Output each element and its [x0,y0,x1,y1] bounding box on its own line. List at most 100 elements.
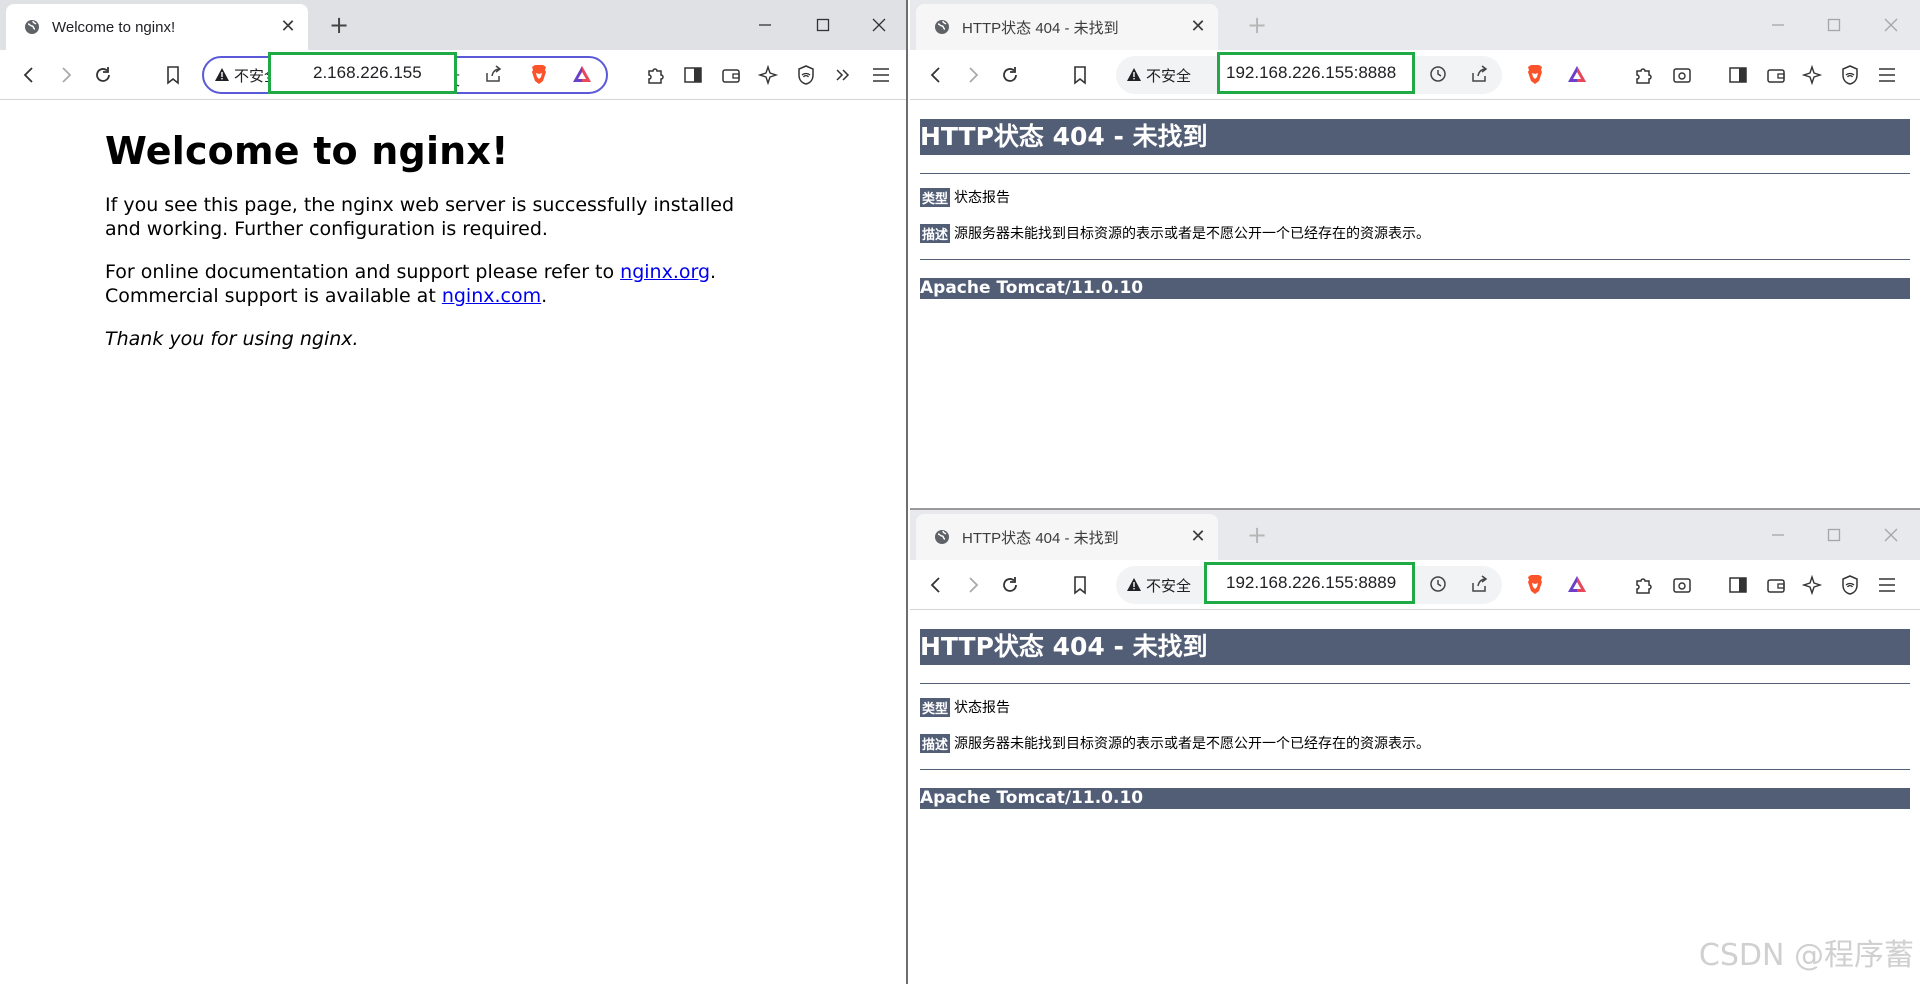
tab-close-button[interactable]: ✕ [1188,17,1208,37]
close-window-button[interactable] [1874,518,1908,552]
back-button[interactable] [924,573,948,597]
new-tab-button[interactable]: + [1244,522,1270,548]
warning-icon [215,68,229,81]
wallet-icon [1767,69,1785,83]
tab-nginx[interactable]: Welcome to nginx! ✕ [6,4,308,50]
hamburger-icon [1879,578,1895,592]
history-button[interactable] [1427,573,1449,595]
bookmark-icon [1074,576,1086,595]
menu-button[interactable] [1875,63,1899,87]
sidebar-button[interactable] [1726,63,1750,87]
commercial-text: Commercial support is available at [105,285,442,307]
forward-button[interactable] [54,63,78,87]
forward-button[interactable] [961,63,985,87]
support-text: For online documentation and support ple… [105,261,621,283]
brave-rewards-button[interactable] [571,63,593,85]
url-text[interactable]: 192.168.226.155:8888 [1217,52,1415,94]
extensions-button[interactable] [644,63,668,87]
back-arrow-icon [930,577,940,593]
leo-ai-button[interactable] [1801,573,1825,597]
globe-icon [935,530,949,544]
bookmark-button[interactable] [1068,63,1092,87]
reload-button[interactable] [998,63,1022,87]
type-row: 类型 状态报告 [920,697,1910,717]
wallet-button[interactable] [1764,63,1788,87]
description-value: 源服务器未能找到目标资源的表示或者是不愿公开一个已经存在的资源表示。 [954,226,1431,242]
bookmark-button[interactable] [1068,573,1092,597]
tab-404[interactable]: HTTP状态 404 - 未找到 ✕ [916,514,1218,560]
wallet-button[interactable] [1764,573,1788,597]
puzzle-icon [1636,68,1652,84]
close-window-button[interactable] [1874,8,1908,42]
history-button[interactable] [1427,63,1449,85]
new-tab-button[interactable]: + [326,12,352,38]
bookmark-button[interactable] [161,63,185,87]
maximize-button[interactable] [806,8,840,42]
screenshot-button[interactable] [1670,573,1694,597]
type-value: 状态报告 [954,190,1011,206]
forward-arrow-icon [969,67,979,83]
minimize-button[interactable] [1761,8,1795,42]
extensions-button[interactable] [1632,63,1656,87]
divider [920,769,1910,770]
globe-icon [935,20,949,34]
vpn-button[interactable] [1838,63,1862,87]
period: . [541,285,548,307]
new-tab-button[interactable]: + [1244,12,1270,38]
reload-button[interactable] [998,573,1022,597]
warning-icon [1127,578,1141,591]
close-window-button[interactable] [862,8,896,42]
brave-shields-button[interactable] [1524,63,1546,85]
shield-icon [1842,575,1858,595]
menu-button[interactable] [1875,573,1899,597]
share-button[interactable] [1468,63,1490,85]
wallet-icon [722,69,740,83]
insecure-label: 不安全 [1146,576,1192,595]
menu-button[interactable] [869,63,893,87]
sidebar-button[interactable] [681,63,705,87]
tab-404[interactable]: HTTP状态 404 - 未找到 ✕ [916,4,1218,50]
back-arrow-icon [930,67,940,83]
share-button[interactable] [482,63,504,85]
minimize-button[interactable] [748,8,782,42]
nginx-com-link[interactable]: nginx.com [442,285,541,307]
sparkle-icon [1802,574,1823,596]
minimize-button[interactable] [1761,518,1795,552]
support-paragraph: For online documentation and support ple… [105,260,745,308]
type-value: 状态报告 [954,700,1011,716]
tab-close-button[interactable]: ✕ [278,17,298,37]
maximize-button[interactable] [1817,518,1851,552]
screenshot-icon [1673,578,1691,593]
maximize-button[interactable] [1817,8,1851,42]
screenshot-button[interactable] [1670,63,1694,87]
vpn-button[interactable] [794,63,818,87]
brave-rewards-button[interactable] [1566,63,1588,85]
brave-rewards-button[interactable] [1566,573,1588,595]
sidebar-icon [684,67,702,83]
wallet-button[interactable] [719,63,743,87]
url-text[interactable]: 2.168.226.155 [268,52,457,94]
leo-ai-button[interactable] [757,63,781,87]
divider [920,259,1910,260]
reload-button[interactable] [91,63,115,87]
extensions-button[interactable] [1632,573,1656,597]
intro-paragraph: If you see this page, the nginx web serv… [105,194,735,240]
sidebar-button[interactable] [1726,573,1750,597]
brave-shields-button[interactable] [1524,573,1546,595]
leo-ai-button[interactable] [1801,63,1825,87]
overflow-chevron-button[interactable] [831,63,855,87]
thanks-text: Thank you for using nginx. [105,328,359,350]
toolbar: 不安全 192.168.226.155:8888 [910,50,1920,100]
back-button[interactable] [17,63,41,87]
vpn-button[interactable] [1838,573,1862,597]
type-label: 类型 [920,697,951,717]
browser-window-8889: HTTP状态 404 - 未找到 ✕ + 不安全 192.168.226.155… [910,508,1920,984]
brave-shields-button[interactable] [528,63,550,85]
share-button[interactable] [1468,573,1490,595]
forward-button[interactable] [961,573,985,597]
tab-title: HTTP状态 404 - 未找到 [962,19,1119,37]
tab-close-button[interactable]: ✕ [1188,527,1208,547]
nginx-org-link[interactable]: nginx.org [620,261,710,283]
back-button[interactable] [924,63,948,87]
url-text[interactable]: 192.168.226.155:8889 [1204,562,1415,604]
